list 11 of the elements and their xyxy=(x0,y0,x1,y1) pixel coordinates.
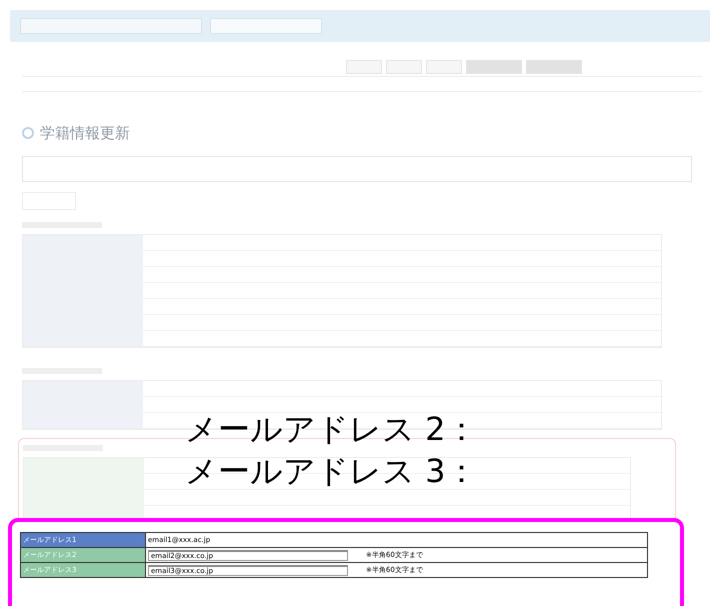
address-bar[interactable] xyxy=(20,18,202,34)
caption-text: メールアドレス 2： xyxy=(185,409,478,450)
caption-text: メールアドレス 3： xyxy=(185,451,478,492)
page-title: 学籍情報更新 xyxy=(40,124,130,142)
toolbar-button[interactable] xyxy=(466,60,522,74)
toolbar-button[interactable] xyxy=(426,60,462,74)
toolbar-button[interactable] xyxy=(386,60,422,74)
toolbar-button[interactable] xyxy=(346,60,382,74)
toolbar-button[interactable] xyxy=(526,60,582,74)
circle-icon xyxy=(22,127,34,139)
browser-tab[interactable] xyxy=(210,18,322,34)
